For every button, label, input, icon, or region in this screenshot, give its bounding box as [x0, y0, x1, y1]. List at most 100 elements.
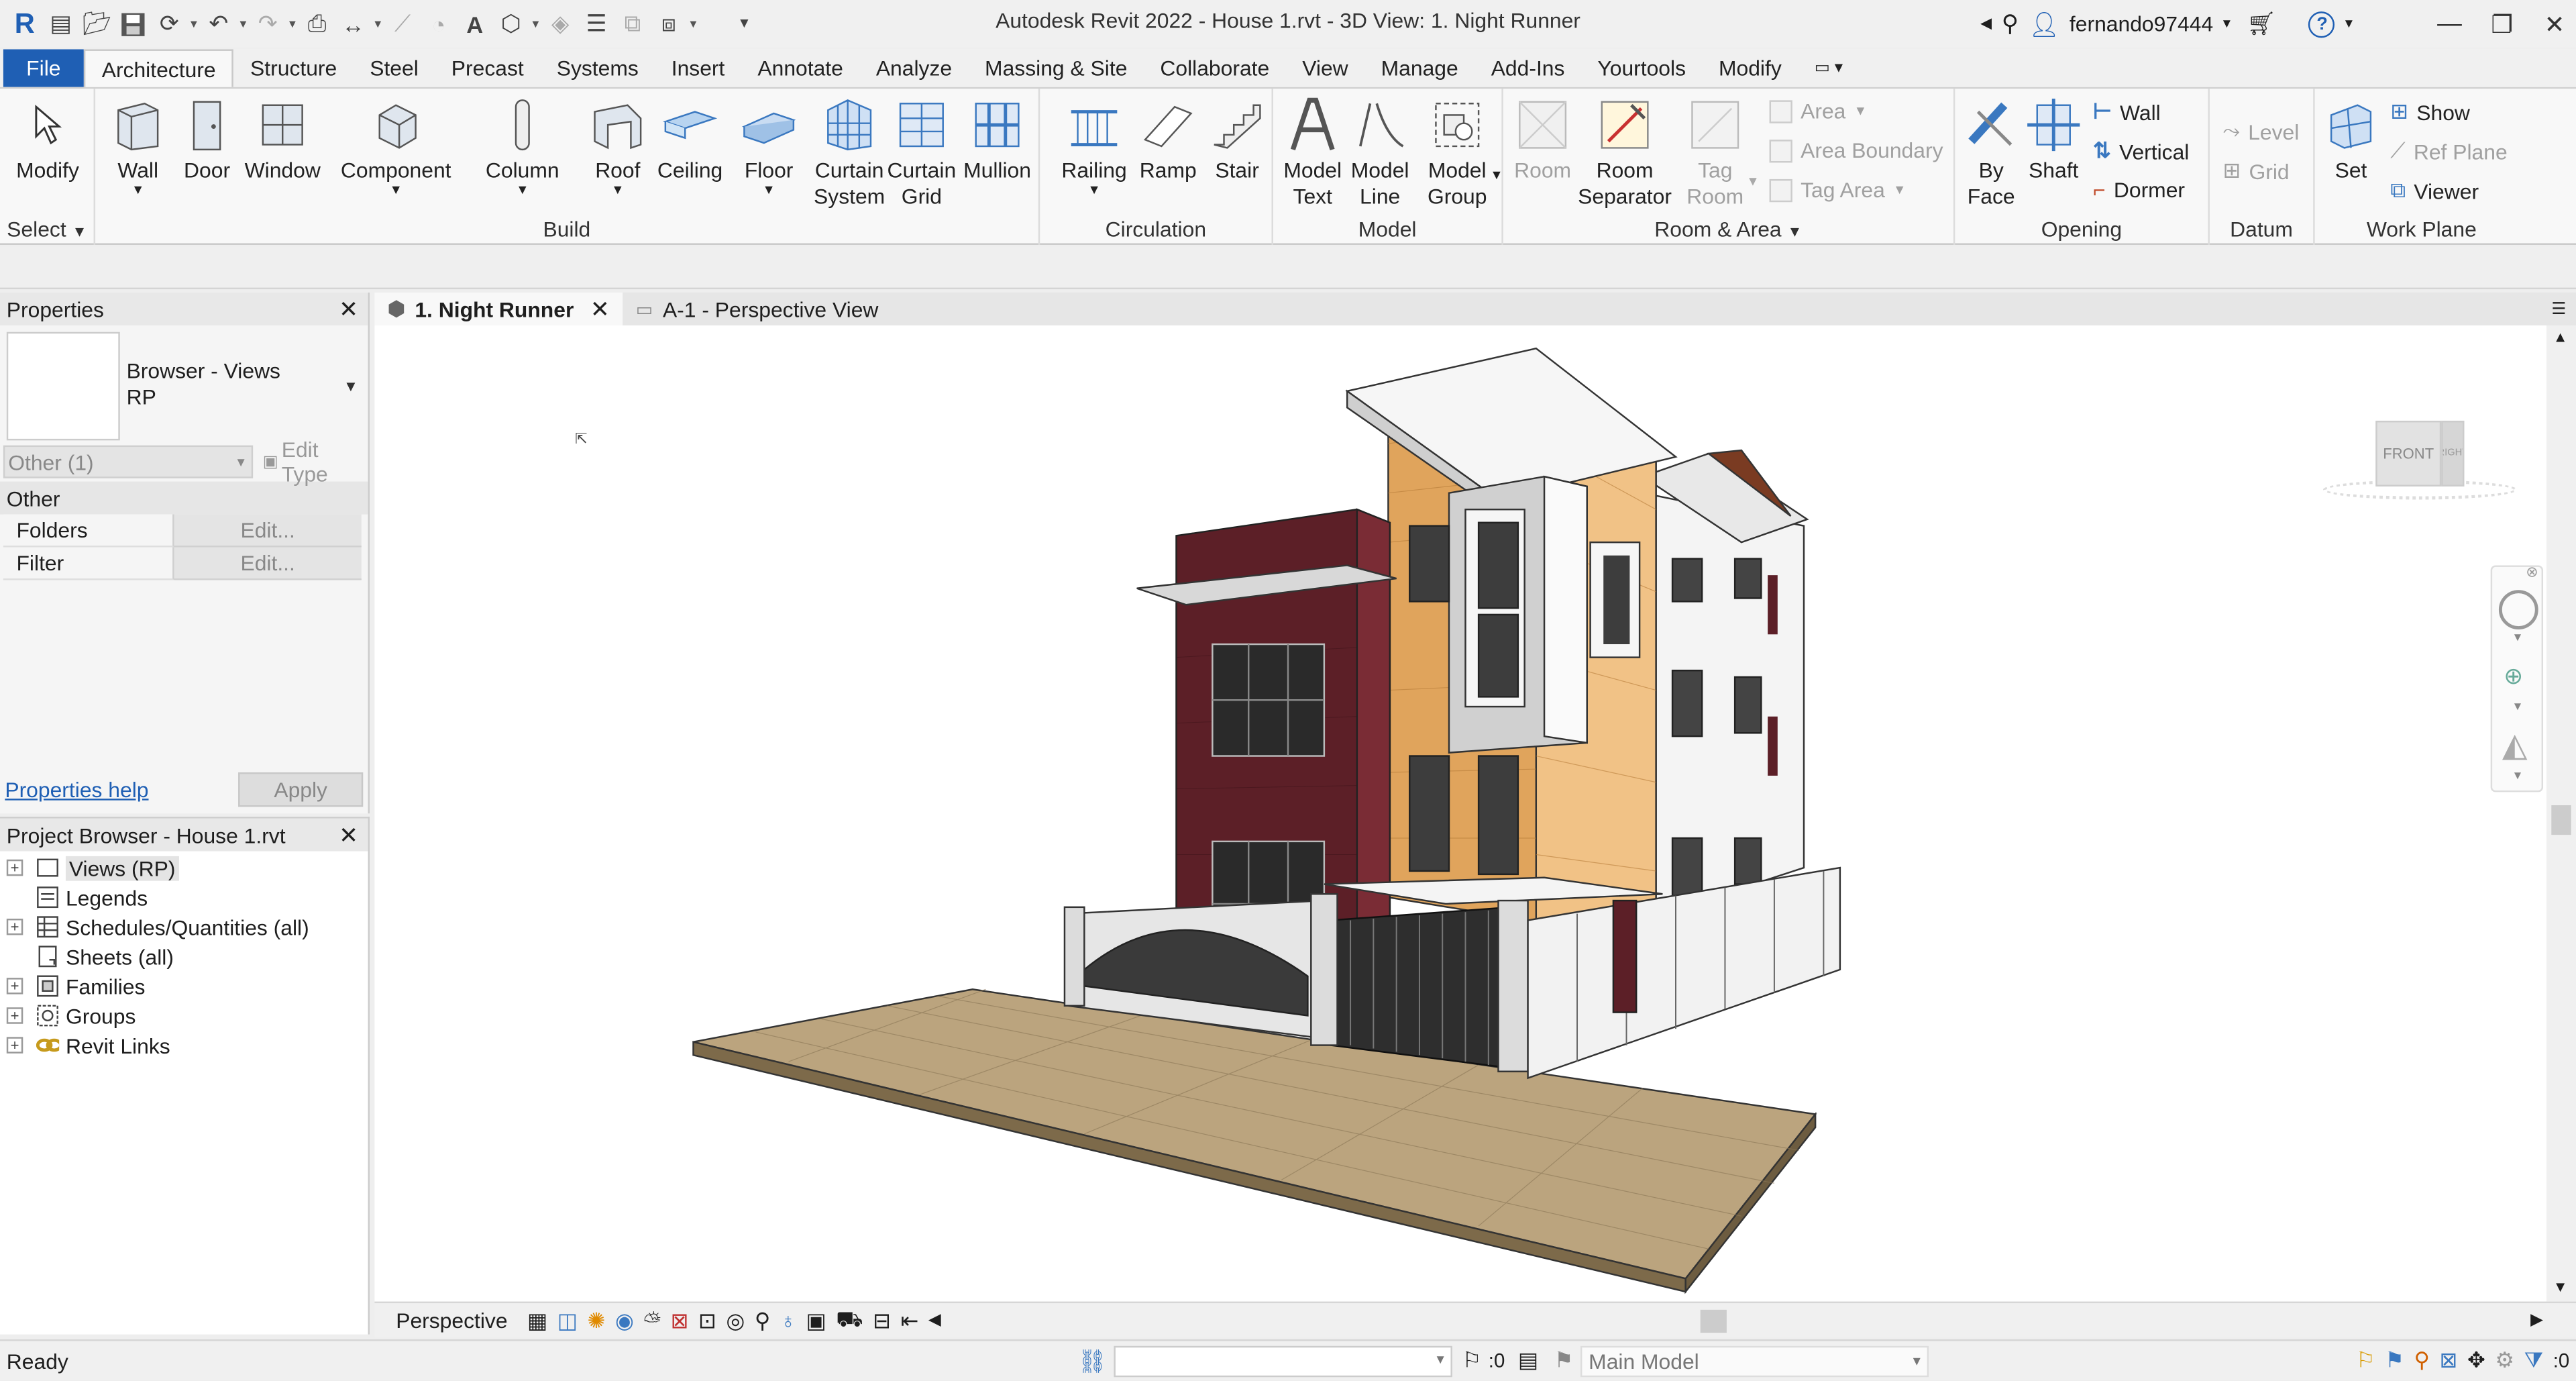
- chevron-down-icon[interactable]: ▼: [2512, 633, 2524, 644]
- vertical-opening-button[interactable]: ⇅ Vertical: [2093, 138, 2189, 164]
- model-group-button[interactable]: Model Group: [1421, 92, 1493, 210]
- tab-add-ins[interactable]: Add-Ins: [1474, 49, 1581, 87]
- tag-room-button[interactable]: Tag Room: [1680, 92, 1750, 210]
- door-button[interactable]: Door: [177, 92, 236, 184]
- redo-icon[interactable]: ↷: [250, 6, 286, 42]
- ref-plane-button[interactable]: ⟋ Ref Plane: [2390, 138, 2507, 164]
- caret-left-icon[interactable]: ◀: [1980, 15, 1992, 33]
- level-button[interactable]: ⤳ Level: [2222, 118, 2299, 144]
- application-menu-icon[interactable]: ▤: [43, 6, 79, 42]
- revit-logo-icon[interactable]: R: [7, 6, 43, 42]
- select-pinned-icon[interactable]: ⚲: [2414, 1347, 2429, 1374]
- horizontal-scrollbar[interactable]: [957, 1309, 2514, 1332]
- floor-button[interactable]: Floor ▼: [733, 92, 805, 197]
- chevron-down-icon[interactable]: ▾: [286, 16, 299, 31]
- editable-only-icon[interactable]: ⚐: [1462, 1347, 1482, 1374]
- undo-icon[interactable]: ↶: [201, 6, 237, 42]
- switch-windows-icon[interactable]: ⧈: [651, 6, 687, 42]
- open-icon[interactable]: 📂︎: [79, 6, 115, 42]
- workset-dropdown[interactable]: ▾: [1114, 1345, 1452, 1378]
- modify-button[interactable]: Modify: [10, 92, 86, 184]
- angular-dimension-icon[interactable]: ◔: [421, 6, 457, 42]
- text-icon[interactable]: A: [457, 6, 493, 42]
- design-options-flag-icon[interactable]: ⚑: [1554, 1347, 1574, 1374]
- cart-icon[interactable]: 🛒︎: [2247, 10, 2276, 38]
- tab-manage[interactable]: Manage: [1364, 49, 1474, 87]
- worksets-icon[interactable]: ⛓: [1078, 1347, 1108, 1375]
- instance-filter-dropdown[interactable]: Other (1) ▾: [3, 445, 253, 478]
- folders-edit-button[interactable]: Edit...: [174, 514, 362, 548]
- close-icon[interactable]: ✕: [590, 295, 610, 323]
- chevron-down-icon[interactable]: ▾: [2345, 15, 2353, 33]
- analytical-model-icon[interactable]: ⛟: [836, 1306, 863, 1335]
- vertical-scrollbar[interactable]: ▲ ▼: [2546, 325, 2576, 1302]
- customize-qat-icon[interactable]: ▾: [726, 6, 762, 42]
- binoculars-icon[interactable]: ⚲: [2002, 10, 2019, 38]
- view-tab-night-runner[interactable]: ⬢ 1. Night Runner ✕: [374, 292, 623, 325]
- filter-icon[interactable]: ⧩: [2524, 1347, 2543, 1374]
- tree-item-views[interactable]: + Views (RP): [0, 853, 368, 882]
- curtain-grid-button[interactable]: Curtain Grid: [884, 92, 960, 210]
- scroll-thumb[interactable]: [2551, 805, 2571, 835]
- expand-icon[interactable]: +: [6, 978, 23, 994]
- highlight-displacement-icon[interactable]: ⇤: [900, 1307, 918, 1333]
- railing-button[interactable]: Railing ▼: [1057, 92, 1132, 197]
- panel-select-label[interactable]: Select ▼: [0, 217, 94, 242]
- tree-item-schedules[interactable]: + Schedules/Quantities (all): [0, 912, 368, 941]
- panel-room-area-label[interactable]: Room & Area ▼: [1503, 217, 1953, 242]
- tree-item-groups[interactable]: + Groups: [0, 1001, 368, 1030]
- drawing-canvas[interactable]: ⇱ FRONT RIGHT ⊗ ▼ ⊕ ▼ ◭ ▼: [374, 325, 2546, 1302]
- visual-style-icon[interactable]: ◫: [557, 1307, 578, 1333]
- shaft-button[interactable]: Shaft: [2021, 92, 2086, 184]
- window-button[interactable]: Window: [240, 92, 325, 184]
- filter-edit-button[interactable]: Edit...: [174, 547, 362, 580]
- component-button[interactable]: Component ▼: [335, 92, 457, 197]
- column-button[interactable]: Column ▼: [476, 92, 568, 197]
- curtain-system-button[interactable]: Curtain System: [808, 92, 890, 210]
- chevron-down-icon[interactable]: ▾: [529, 16, 543, 31]
- model-line-button[interactable]: Model Line: [1346, 92, 1415, 210]
- chevron-down-icon[interactable]: ▼: [1746, 174, 1759, 189]
- section-icon[interactable]: ◈: [542, 6, 578, 42]
- tab-modify[interactable]: Modify: [1703, 49, 1799, 87]
- design-option-dropdown[interactable]: Main Model ▾: [1580, 1345, 1929, 1378]
- chevron-down-icon[interactable]: ▼: [1490, 168, 1503, 183]
- room-separator-button[interactable]: Room Separator: [1576, 92, 1674, 210]
- tab-structure[interactable]: Structure: [234, 49, 354, 87]
- tab-massing-site[interactable]: Massing & Site: [969, 49, 1144, 87]
- chevron-down-icon[interactable]: ▾: [237, 16, 250, 31]
- tab-systems[interactable]: Systems: [540, 49, 655, 87]
- set-button[interactable]: Set: [2321, 92, 2380, 184]
- thin-lines-icon[interactable]: ☰: [578, 6, 614, 42]
- sync-icon[interactable]: ⟳: [151, 6, 187, 42]
- chevron-down-icon[interactable]: ▾: [2223, 15, 2231, 33]
- default-3d-view-icon[interactable]: ⬡: [493, 6, 529, 42]
- tab-overflow-icon[interactable]: ☰: [2551, 300, 2566, 318]
- tree-item-sheets[interactable]: Sheets (all): [0, 941, 368, 971]
- view-cube[interactable]: FRONT RIGHT: [2322, 414, 2520, 509]
- dormer-opening-button[interactable]: ⌐ Dormer: [2093, 177, 2185, 202]
- scroll-left-icon[interactable]: ◀: [928, 1311, 941, 1329]
- wall-opening-button[interactable]: ⊢ Wall: [2093, 99, 2161, 125]
- close-hidden-windows-icon[interactable]: ⧉: [614, 6, 651, 42]
- user-icon[interactable]: 👤︎: [2029, 9, 2060, 39]
- tab-collaborate[interactable]: Collaborate: [1144, 49, 1286, 87]
- tree-item-families[interactable]: + Families: [0, 971, 368, 1001]
- view-tab-perspective[interactable]: ▭ A-1 - Perspective View: [623, 293, 892, 325]
- area-button[interactable]: Area ▼: [1769, 99, 1867, 123]
- roof-button[interactable]: Roof ▼: [582, 92, 654, 197]
- show-workplane-button[interactable]: ⊞ Show: [2390, 99, 2470, 125]
- scroll-thumb[interactable]: [1700, 1309, 1727, 1332]
- ramp-button[interactable]: Ramp: [1135, 92, 1201, 184]
- sun-path-icon[interactable]: ✺: [588, 1307, 606, 1333]
- drag-elements-icon[interactable]: ✥: [2467, 1347, 2485, 1374]
- select-by-face-icon[interactable]: ⊠: [2440, 1347, 2458, 1374]
- tab-file[interactable]: File: [3, 49, 84, 87]
- grid-button[interactable]: ⊞ Grid: [2222, 158, 2289, 184]
- steering-wheel-icon[interactable]: [2498, 590, 2538, 629]
- print-icon[interactable]: ⎙: [299, 6, 335, 42]
- room-button[interactable]: Room: [1510, 92, 1576, 184]
- tab-steel[interactable]: Steel: [354, 49, 435, 87]
- wall-button[interactable]: Wall ▼: [105, 92, 171, 197]
- detail-level-icon[interactable]: ▦: [527, 1307, 547, 1333]
